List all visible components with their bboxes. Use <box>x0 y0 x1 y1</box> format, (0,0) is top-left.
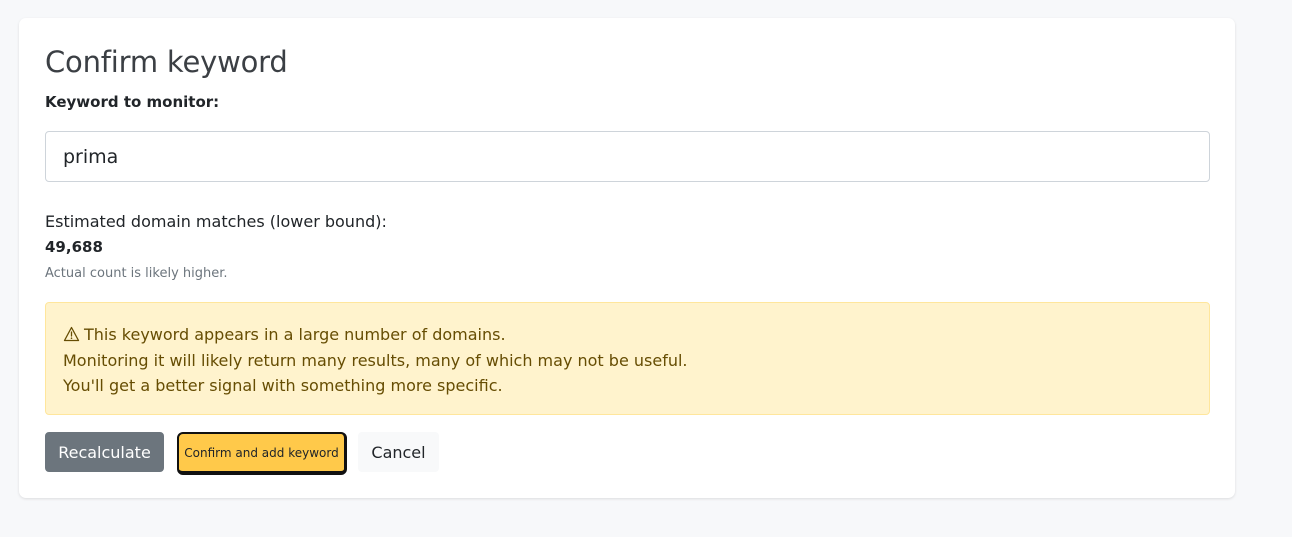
page-title: Confirm keyword <box>45 45 288 79</box>
recalculate-button[interactable]: Recalculate <box>45 432 164 472</box>
warning-line-3: You'll get a better signal with somethin… <box>63 376 503 395</box>
confirm-add-keyword-button[interactable]: Confirm and add keyword <box>177 432 347 475</box>
warning-alert: This keyword appears in a large number o… <box>45 302 1210 415</box>
warning-triangle-icon <box>63 326 80 342</box>
warning-line-1: This keyword appears in a large number o… <box>63 322 1192 348</box>
estimate-value: 49,688 <box>45 238 103 256</box>
warning-line-2: Monitoring it will likely return many re… <box>63 350 688 370</box>
warning-line-1-text: This keyword appears in a large number o… <box>84 325 506 344</box>
keyword-input[interactable] <box>45 131 1210 182</box>
estimate-label: Estimated domain matches (lower bound): <box>45 212 387 231</box>
estimate-note: Actual count is likely higher. <box>45 266 228 281</box>
confirm-keyword-card: Confirm keyword Keyword to monitor: Esti… <box>19 18 1235 498</box>
keyword-field-label: Keyword to monitor: <box>45 93 220 111</box>
cancel-button[interactable]: Cancel <box>358 432 439 472</box>
